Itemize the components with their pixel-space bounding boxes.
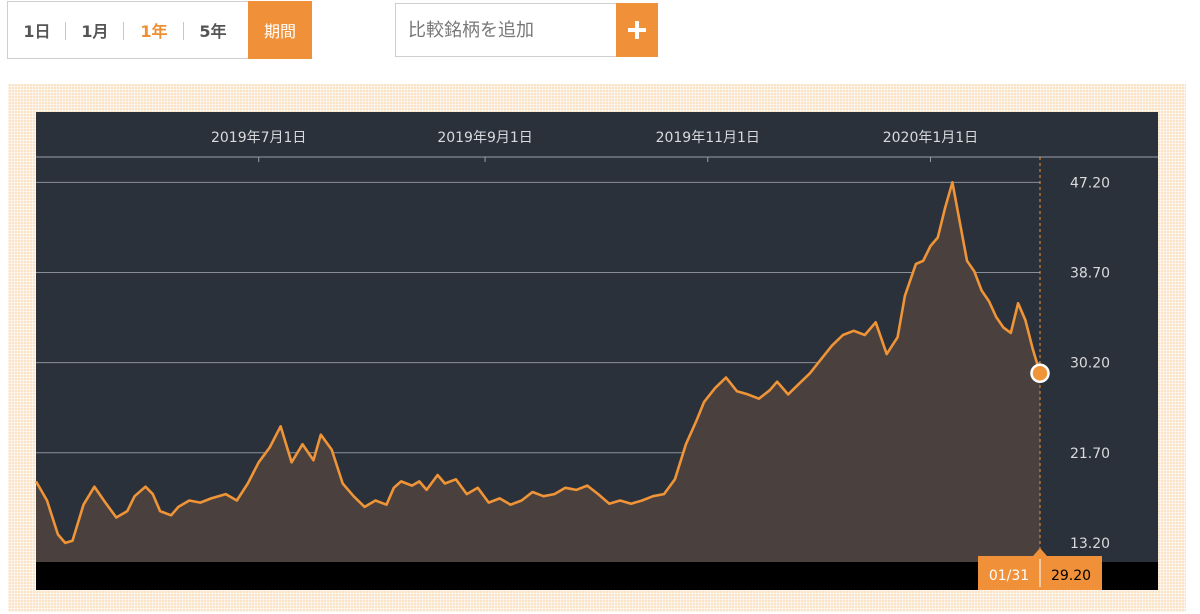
chart-frame: 13.20 21.70 30.20 38.70 47.20 2019年7月1日 2019年9… [8,84,1186,612]
crosshair-value-label: 29.20 [1051,568,1091,584]
range-1d-button[interactable]: 1日 [8,2,66,58]
add-compare-button[interactable] [616,3,658,57]
x-tick-label: 2019年7月1日 [211,130,306,146]
toolbar: 1日 1月 1年 5年 期間 [0,0,1200,84]
compare-symbol-input[interactable] [396,4,616,56]
x-tick-label: 2019年11月1日 [656,130,760,146]
last-point-marker [1030,363,1050,383]
period-button[interactable]: 期間 [248,0,312,59]
y-tick-label: 38.70 [1070,265,1110,281]
x-tick-label: 2019年9月1日 [437,130,532,146]
range-selector: 1日 1月 1年 5年 期間 [7,0,312,59]
price-chart: 13.20 21.70 30.20 38.70 47.20 2019年7月1日 2019年9… [34,112,1158,590]
range-1m-button[interactable]: 1月 [66,2,124,58]
compare-box [395,3,658,57]
crosshair-date-label: 01/31 [989,568,1029,584]
plus-icon [628,21,646,39]
x-tick-label: 2020年1月1日 [883,130,978,146]
range-1y-button[interactable]: 1年 [124,2,184,58]
y-tick-label: 30.20 [1070,356,1110,372]
y-tick-label: 47.20 [1070,175,1110,191]
y-tick-label: 13.20 [1070,536,1110,552]
y-tick-label: 21.70 [1070,446,1110,462]
range-5y-button[interactable]: 5年 [184,2,242,58]
